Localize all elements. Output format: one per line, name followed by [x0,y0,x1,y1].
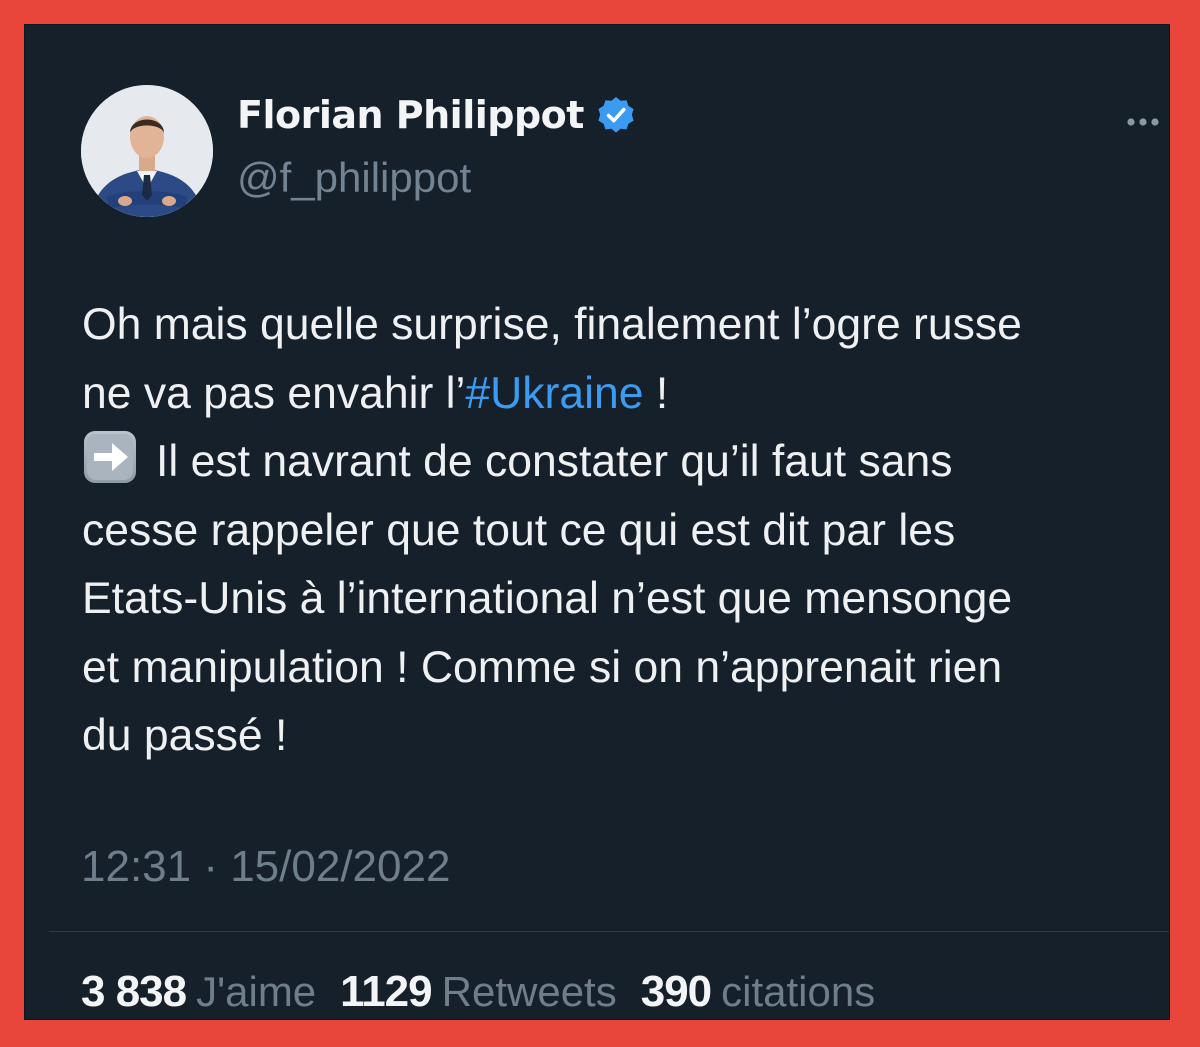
tweet-text: Oh mais quelle surprise, finalement l’og… [82,291,1172,771]
display-name[interactable]: Florian Philippot [237,96,584,134]
tweet-line: Etats-Unis à l’international n’est que m… [82,574,1013,623]
tweet-line: Il est navrant de constater qu’il faut s… [82,428,1172,497]
retweets-label: Retweets [441,968,617,1015]
tweet-line: cesse rappeler que tout ce qui est dit p… [82,505,956,555]
retweets-stat[interactable]: 1129 Retweets [340,970,617,1014]
more-options-icon[interactable] [1117,111,1169,133]
divider [49,931,1169,932]
tweet-text-segment: ! [643,368,669,418]
tweet-timestamp[interactable]: 12:31 · 15/02/2022 [81,845,450,889]
author-name-row: Florian Philippot [237,95,636,135]
verified-badge-icon [598,97,634,133]
avatar-image [81,85,213,217]
tweet-stats: 3 838 J'aime 1129 Retweets 390 citations [81,970,899,1014]
tweet-text-segment: ne va pas envahir l’ [82,368,466,418]
tweet-line: et manipulation ! Comme si on n’apprenai… [82,642,1003,692]
red-frame: Florian Philippot @f_philippot Oh mais q… [0,0,1200,1047]
quotes-count: 390 [640,967,712,1016]
tweet-text-segment: Il est navrant de constater qu’il faut s… [156,437,953,486]
hashtag-link[interactable]: #Ukraine [465,369,643,418]
tweet-card: Florian Philippot @f_philippot Oh mais q… [24,24,1170,1020]
tweet-line: Oh mais quelle surprise, finalement l’og… [82,300,1022,349]
likes-label: J'aime [196,968,317,1015]
author-handle[interactable]: @f_philippot [237,157,471,199]
tweet-line: ne va pas envahir l’#Ukraine ! [82,360,1172,429]
avatar[interactable] [81,85,213,217]
quotes-label: citations [721,968,876,1015]
tweet-line: du passé ! [82,711,288,760]
likes-stat[interactable]: 3 838 J'aime [81,970,316,1014]
likes-count: 3 838 [81,967,187,1016]
arrow-right-icon [84,431,136,483]
retweets-count: 1129 [340,967,432,1016]
quotes-stat[interactable]: 390 citations [641,970,876,1014]
